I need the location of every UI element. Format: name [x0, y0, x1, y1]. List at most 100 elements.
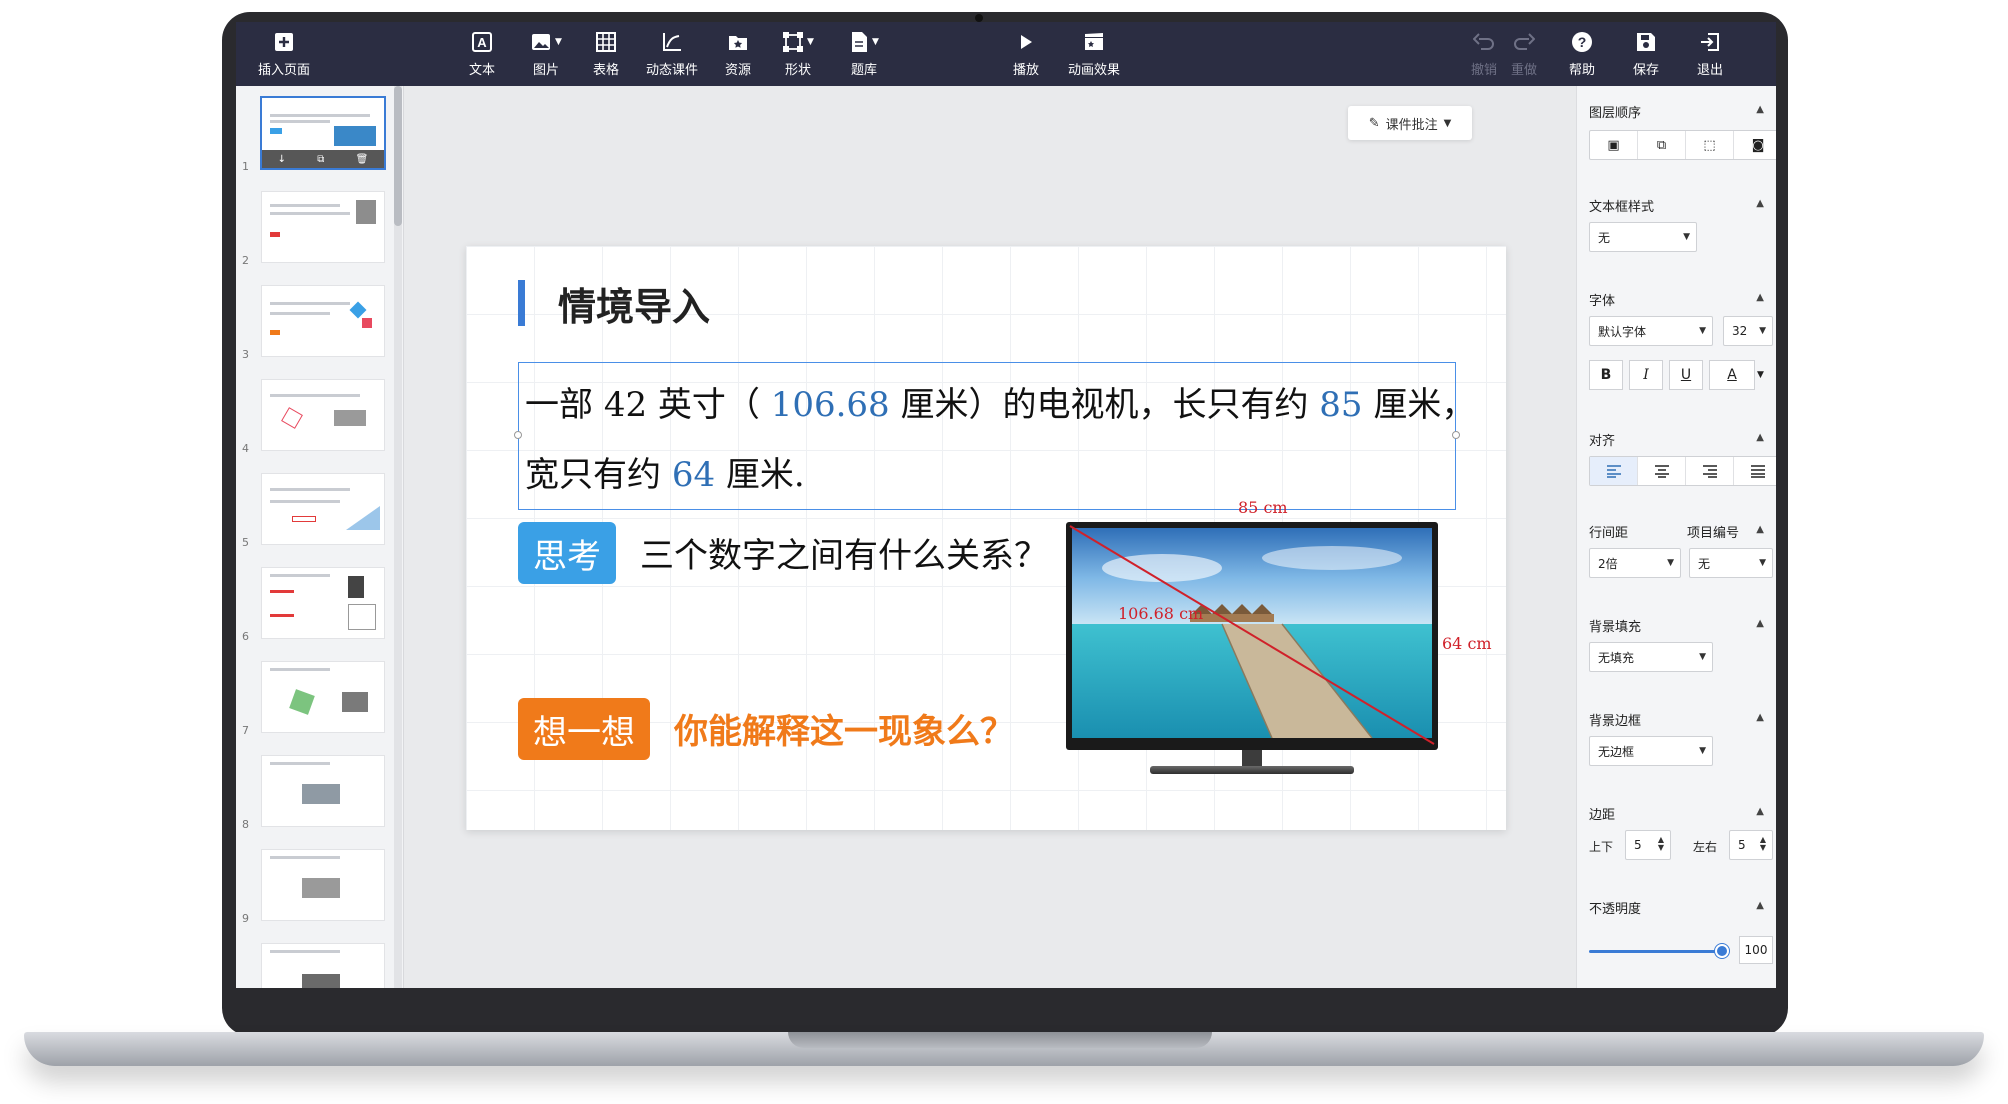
stepper-icon[interactable]: ▲ ▼	[1658, 836, 1664, 852]
delete-icon[interactable]: 🗑	[356, 154, 369, 165]
think-question[interactable]: 三个数字之间有什么关系？	[640, 528, 1048, 577]
send-backward-icon[interactable]: ⬚	[1686, 131, 1734, 159]
textbox-style-title: 文本框样式	[1589, 200, 1655, 215]
padding-vertical-label: 上下	[1589, 840, 1614, 854]
align-center-icon[interactable]	[1638, 457, 1686, 485]
textbox-style-select[interactable]: 无 ▼	[1589, 222, 1697, 252]
resize-handle-right[interactable]	[1452, 431, 1460, 439]
send-to-back-icon[interactable]: ◙	[1734, 131, 1776, 159]
annotation-label: 课件批注	[1385, 117, 1438, 133]
help-icon: ?	[1571, 28, 1593, 56]
slide-thumbnail[interactable]	[262, 850, 384, 920]
image-button[interactable]: ▼ 图片	[518, 28, 574, 82]
current-slide[interactable]: 情境导入 一部 42 英寸（ 106.68 厘米）的电视机，长只有约 85 厘米…	[466, 246, 1506, 830]
diagonal-label: 106.68 cm	[1118, 604, 1204, 623]
download-icon[interactable]: ↓	[278, 154, 286, 165]
underline-button[interactable]: U	[1669, 360, 1703, 390]
italic-button[interactable]: I	[1629, 360, 1663, 390]
stepper-icon[interactable]: ▲ ▼	[1760, 836, 1766, 852]
opacity-slider-track[interactable]	[1589, 950, 1721, 953]
chevron-up-icon[interactable]: ▲	[1756, 524, 1764, 535]
text-label: 文本	[468, 63, 495, 78]
resize-handle-left[interactable]	[514, 431, 522, 439]
align-right-icon[interactable]	[1686, 457, 1734, 485]
idea-question[interactable]: 你能解释这一现象么？	[674, 704, 1014, 753]
slide-thumbnail[interactable]	[262, 662, 384, 732]
bg-fill-select[interactable]: 无填充 ▼	[1589, 642, 1713, 672]
chevron-up-icon[interactable]: ▲	[1756, 432, 1764, 443]
chevron-up-icon[interactable]: ▲	[1756, 712, 1764, 723]
bg-fill-title: 背景填充	[1589, 620, 1642, 635]
shape-button[interactable]: ▼ 形状	[770, 28, 826, 82]
opacity-slider-knob[interactable]	[1715, 944, 1729, 958]
dynamic-courseware-button[interactable]: 动态课件	[640, 28, 704, 82]
bg-border-select[interactable]: 无边框 ▼	[1589, 736, 1713, 766]
svg-text:?: ?	[1578, 34, 1587, 50]
chevron-down-icon[interactable]: ▼	[1757, 370, 1764, 380]
resources-label: 资源	[724, 63, 751, 78]
font-color-button[interactable]: A	[1709, 360, 1755, 390]
folder-star-icon	[727, 28, 749, 56]
insert-page-button[interactable]: 插入页面	[248, 28, 320, 82]
align-group	[1589, 456, 1776, 486]
padding-horizontal-input[interactable]: 5 ▲ ▼	[1729, 830, 1773, 860]
chevron-down-icon: ▼	[1699, 652, 1706, 662]
align-left-icon[interactable]	[1590, 457, 1638, 485]
slide-thumbnail[interactable]	[262, 756, 384, 826]
align-justify-icon[interactable]	[1734, 457, 1776, 485]
slide-thumbnail[interactable]	[262, 474, 384, 544]
play-button[interactable]: 播放	[1006, 28, 1046, 82]
slide-thumbnail[interactable]	[262, 380, 384, 450]
bring-forward-icon[interactable]: ⧉	[1638, 131, 1686, 159]
padding-vertical-input[interactable]: 5 ▲ ▼	[1625, 830, 1671, 860]
slide-number: 2	[242, 254, 249, 267]
chevron-up-icon[interactable]: ▲	[1756, 900, 1764, 911]
animation-button[interactable]: 动画效果	[1062, 28, 1126, 82]
slide-thumbnail[interactable]	[262, 944, 384, 988]
slide-thumbnail[interactable]	[262, 568, 384, 638]
selected-text-box[interactable]: 一部 42 英寸（ 106.68 厘米）的电视机，长只有约 85 厘米， 宽只有…	[514, 362, 1475, 510]
padding-horizontal-label: 左右	[1693, 840, 1718, 854]
tv-image[interactable]: 85 cm 106.68 cm 64 cm	[1066, 498, 1492, 774]
bullet-select[interactable]: 无 ▼	[1689, 548, 1773, 578]
chevron-down-icon: ▼	[1699, 326, 1706, 336]
font-size-select[interactable]: 32 ▼	[1723, 316, 1773, 346]
save-label: 保存	[1632, 63, 1659, 78]
opacity-input[interactable]: 100	[1739, 936, 1773, 964]
chevron-down-icon: ▼	[1443, 117, 1452, 129]
slide-thumbnail[interactable]	[262, 192, 384, 262]
redo-button[interactable]: 重做	[1504, 28, 1544, 82]
exit-button[interactable]: 退出	[1690, 28, 1730, 82]
bullet-title: 项目编号	[1687, 526, 1740, 541]
copy-icon[interactable]: ⧉	[317, 154, 324, 165]
bold-button[interactable]: B	[1589, 360, 1623, 390]
chevron-up-icon[interactable]: ▲	[1756, 806, 1764, 817]
idea-tag[interactable]: 想一想	[518, 698, 650, 760]
think-tag[interactable]: 思考	[518, 522, 616, 584]
chevron-up-icon[interactable]: ▲	[1756, 198, 1764, 209]
slide-thumbnail[interactable]: ↓ ⧉ 🗑	[262, 98, 384, 168]
undo-label: 撤销	[1470, 63, 1497, 78]
pen-icon: ✎	[1368, 115, 1380, 131]
slide-thumbnail[interactable]	[262, 286, 384, 356]
chevron-up-icon[interactable]: ▲	[1756, 618, 1764, 629]
slide-number: 9	[242, 912, 249, 925]
text-button[interactable]: A 文本	[458, 28, 506, 82]
question-bank-button[interactable]: ▼ 题库	[836, 28, 892, 82]
chevron-up-icon[interactable]: ▲	[1756, 292, 1764, 303]
undo-button[interactable]: 撤销	[1464, 28, 1504, 82]
slide-number: 3	[242, 348, 249, 361]
courseware-annotation-button[interactable]: ✎ 课件批注 ▼	[1348, 106, 1472, 140]
bring-to-front-icon[interactable]: ▣	[1590, 131, 1638, 159]
help-button[interactable]: ? 帮助	[1562, 28, 1602, 82]
resources-button[interactable]: 资源	[714, 28, 762, 82]
table-button[interactable]: 表格	[582, 28, 630, 82]
chevron-up-icon[interactable]: ▲	[1756, 104, 1764, 115]
line-spacing-select[interactable]: 2倍 ▼	[1589, 548, 1681, 578]
help-label: 帮助	[1568, 63, 1595, 78]
thumbnail-scrollbar[interactable]	[394, 86, 402, 226]
font-family-select[interactable]: 默认字体 ▼	[1589, 316, 1713, 346]
shape-label: 形状	[784, 63, 811, 78]
slide-title[interactable]: 情境导入	[558, 276, 710, 331]
save-button[interactable]: 保存	[1626, 28, 1666, 82]
